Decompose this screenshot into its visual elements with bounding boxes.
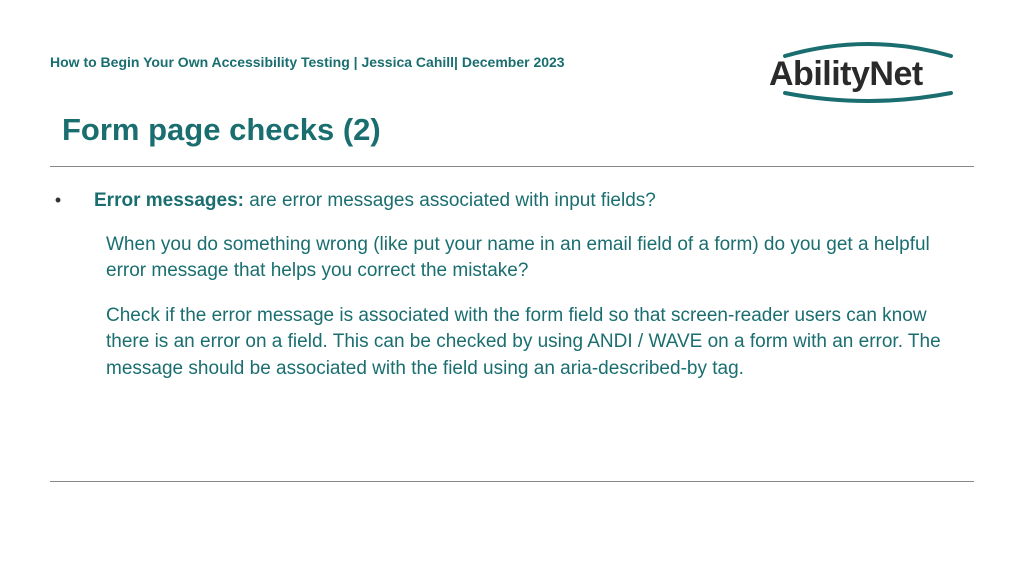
bullet-marker-icon: • (50, 188, 66, 212)
divider-top (50, 166, 974, 167)
logo-arc-bottom-icon (783, 91, 953, 105)
paragraph-1: When you do something wrong (like put yo… (106, 232, 964, 285)
bullet-rest: are error messages associated with input… (244, 190, 656, 211)
bullet-text: Error messages: are error messages assoc… (94, 188, 974, 214)
slide-body: • Error messages: are error messages ass… (50, 188, 974, 383)
divider-bottom (50, 481, 974, 482)
bullet-label: Error messages: (94, 190, 244, 211)
slide-header: How to Begin Your Own Accessibility Test… (50, 54, 565, 70)
logo-text: AbilityNet (769, 55, 923, 94)
bullet-item: • Error messages: are error messages ass… (50, 188, 974, 214)
abilitynet-logo: AbilityNet (769, 40, 969, 105)
paragraph-2: Check if the error message is associated… (106, 303, 964, 383)
slide-title: Form page checks (2) (62, 112, 381, 148)
